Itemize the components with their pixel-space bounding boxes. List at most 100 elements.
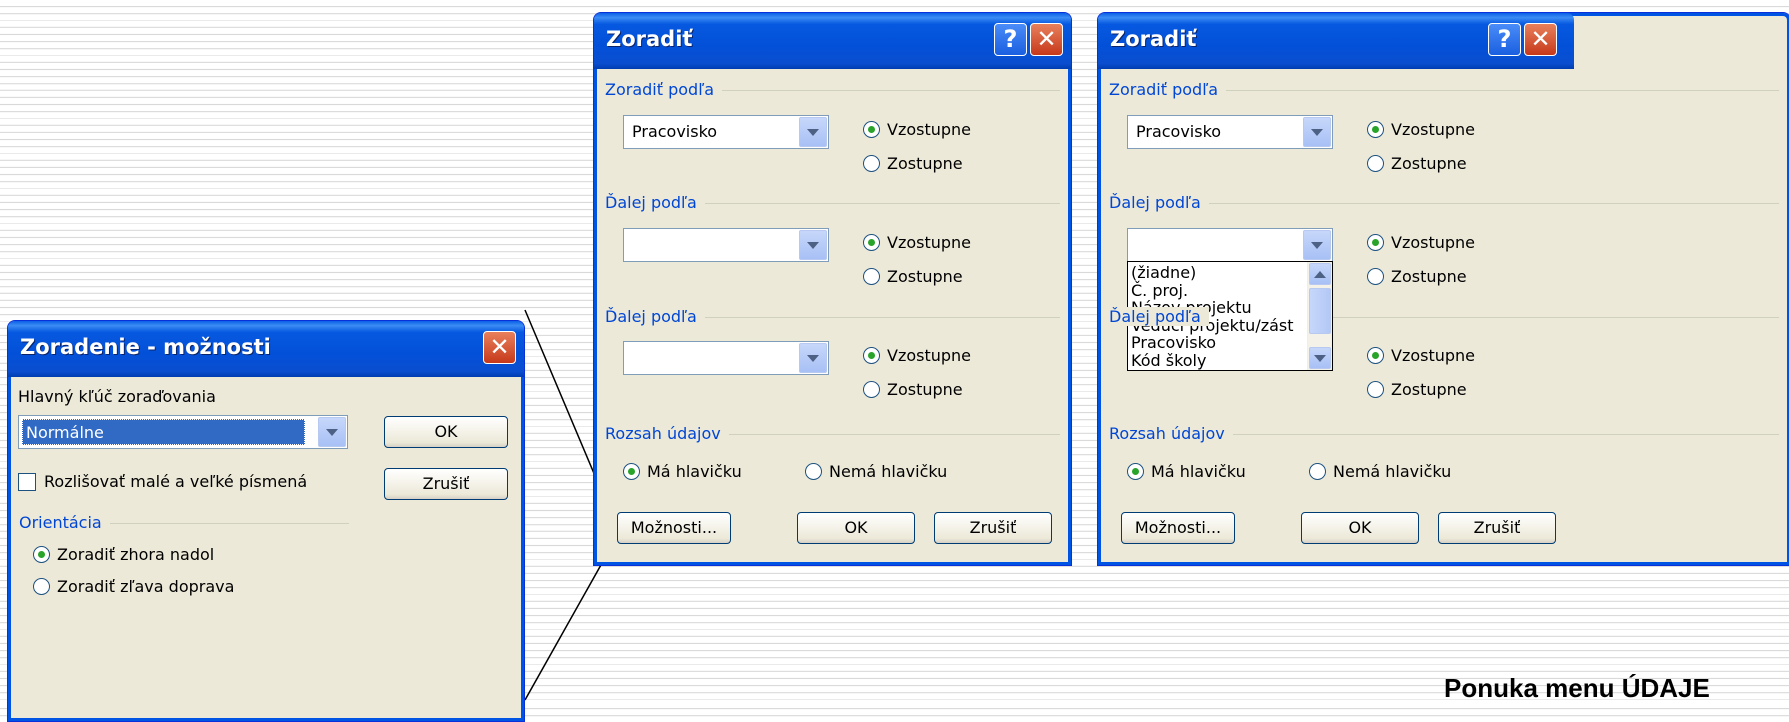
close-icon[interactable]: ✕ — [1030, 23, 1063, 56]
chevron-down-icon[interactable] — [799, 230, 827, 260]
radio-selected-icon — [863, 347, 880, 364]
sort-by-label: Zoradiť podľa — [605, 80, 722, 99]
sort-options-dialog: Zoradenie - možnosti ✕ Hlavný kľúč zoraď… — [7, 320, 525, 722]
then-by-combo-1[interactable] — [1127, 228, 1333, 262]
has-header-radio[interactable]: Má hlavičku — [623, 462, 742, 481]
orientation-group: Orientácia — [19, 513, 349, 533]
then-by-label-2: Ďalej podľa — [605, 307, 705, 326]
descending-radio-3[interactable]: Zostupne — [1367, 380, 1467, 399]
chevron-down-icon[interactable] — [799, 117, 827, 147]
then-by-combo-2[interactable] — [623, 341, 829, 375]
range-label: Rozsah údajov — [1109, 424, 1233, 443]
dialog-title: Zoradenie - možnosti — [20, 335, 271, 359]
case-sensitive-label: Rozlišovať malé a veľké písmená — [44, 472, 308, 491]
ok-button[interactable]: OK — [797, 512, 915, 544]
no-header-label: Nemá hlavičku — [829, 462, 948, 481]
sort-dialog-1: Zoradiť ? ✕ Zoradiť podľa Pracovisko Vzo… — [593, 12, 1072, 566]
descending-radio-1[interactable]: Zostupne — [1367, 154, 1467, 173]
descending-radio-2[interactable]: Zostupne — [1367, 267, 1467, 286]
radio-empty-icon — [863, 381, 880, 398]
descending-radio-2[interactable]: Zostupne — [863, 267, 963, 286]
cancel-button[interactable]: Zrušiť — [1438, 512, 1556, 544]
then-by-group-1: Ďalej podľa — [1109, 193, 1779, 213]
dropdown-item[interactable]: (žiadne) — [1128, 264, 1332, 282]
ascending-label: Vzostupne — [1391, 120, 1476, 139]
descending-radio-3[interactable]: Zostupne — [863, 380, 963, 399]
has-header-radio[interactable]: Má hlavičku — [1127, 462, 1246, 481]
ok-button[interactable]: OK — [384, 416, 508, 448]
ascending-label: Vzostupne — [887, 120, 972, 139]
help-icon[interactable]: ? — [994, 23, 1027, 56]
top-to-bottom-label: Zoradiť zhora nadol — [57, 545, 215, 564]
first-key-combo[interactable]: Normálne — [18, 415, 348, 449]
radio-selected-icon — [863, 121, 880, 138]
ascending-radio-1[interactable]: Vzostupne — [1367, 120, 1475, 139]
radio-empty-icon — [1309, 463, 1326, 480]
title-bar: Zoradiť ? ✕ — [1098, 13, 1574, 69]
first-key-value: Normálne — [22, 419, 305, 445]
descending-radio-1[interactable]: Zostupne — [863, 154, 963, 173]
ascending-radio-1[interactable]: Vzostupne — [863, 120, 971, 139]
top-to-bottom-radio[interactable]: Zoradiť zhora nadol — [33, 545, 214, 564]
dialog-body: Zoradiť podľa Pracovisko Vzostupne Zostu… — [597, 69, 1068, 562]
radio-empty-icon — [33, 578, 50, 595]
cancel-button[interactable]: Zrušiť — [934, 512, 1052, 544]
ascending-radio-3[interactable]: Vzostupne — [1367, 346, 1475, 365]
radio-empty-icon — [1367, 155, 1384, 172]
radio-empty-icon — [863, 155, 880, 172]
chevron-down-icon[interactable] — [1303, 117, 1331, 147]
then-by-combo-1[interactable] — [623, 228, 829, 262]
ascending-radio-3[interactable]: Vzostupne — [863, 346, 971, 365]
dropdown-item[interactable]: Pracovisko — [1128, 334, 1332, 352]
chevron-down-icon[interactable] — [1303, 230, 1331, 260]
ascending-radio-2[interactable]: Vzostupne — [863, 233, 971, 252]
radio-empty-icon — [805, 463, 822, 480]
ascending-label: Vzostupne — [1391, 233, 1476, 252]
dialog-body: Zoradiť podľa Pracovisko Vzostupne Zostu… — [1101, 69, 1787, 562]
ascending-radio-2[interactable]: Vzostupne — [1367, 233, 1475, 252]
title-bar: Zoradenie - možnosti ✕ — [8, 321, 524, 377]
close-icon[interactable]: ✕ — [1524, 23, 1557, 56]
dropdown-scrollbar[interactable] — [1307, 262, 1332, 370]
no-header-radio[interactable]: Nemá hlavičku — [805, 462, 947, 481]
dialog-body: Hlavný kľúč zoraďovania Normálne OK Rozl… — [11, 377, 521, 718]
sort-by-combo[interactable]: Pracovisko — [623, 115, 829, 149]
range-label: Rozsah údajov — [605, 424, 729, 443]
then-by-group-1: Ďalej podľa — [605, 193, 1060, 213]
then-by-label-1: Ďalej podľa — [605, 193, 705, 212]
help-icon[interactable]: ? — [1488, 23, 1521, 56]
descending-label: Zostupne — [1391, 380, 1467, 399]
options-button[interactable]: Možnosti... — [1121, 512, 1235, 544]
radio-empty-icon — [1367, 268, 1384, 285]
has-header-label: Má hlavičku — [1151, 462, 1246, 481]
sort-by-group: Zoradiť podľa — [605, 80, 1060, 100]
then-by-label-1: Ďalej podľa — [1109, 193, 1209, 212]
radio-selected-icon — [623, 463, 640, 480]
descending-label: Zostupne — [1391, 267, 1467, 286]
scroll-up-icon[interactable] — [1309, 263, 1331, 285]
scroll-down-icon[interactable] — [1309, 347, 1331, 369]
dropdown-item[interactable]: Kód školy — [1128, 351, 1332, 370]
then-by-group-2: Ďalej podľa — [605, 307, 1060, 327]
has-header-label: Má hlavičku — [647, 462, 742, 481]
close-icon[interactable]: ✕ — [483, 331, 516, 364]
case-sensitive-checkbox[interactable] — [18, 472, 36, 491]
cancel-button[interactable]: Zrušiť — [384, 468, 508, 500]
descending-label: Zostupne — [887, 154, 963, 173]
case-sensitive-option[interactable]: Rozlišovať malé a veľké písmená — [18, 472, 307, 491]
left-to-right-radio[interactable]: Zoradiť zľava doprava — [33, 577, 234, 596]
radio-selected-icon — [33, 546, 50, 563]
no-header-radio[interactable]: Nemá hlavičku — [1309, 462, 1451, 481]
options-button[interactable]: Možnosti... — [617, 512, 731, 544]
chevron-down-icon[interactable] — [799, 343, 827, 373]
radio-selected-icon — [863, 234, 880, 251]
descending-label: Zostupne — [887, 380, 963, 399]
radio-selected-icon — [1127, 463, 1144, 480]
chevron-down-icon[interactable] — [318, 417, 346, 447]
scroll-thumb[interactable] — [1309, 288, 1331, 334]
range-group: Rozsah údajov — [1109, 424, 1779, 444]
dialog-title: Zoradiť — [606, 27, 693, 51]
dropdown-item[interactable]: Č. proj. — [1128, 281, 1332, 300]
sort-by-combo[interactable]: Pracovisko — [1127, 115, 1333, 149]
ok-button[interactable]: OK — [1301, 512, 1419, 544]
